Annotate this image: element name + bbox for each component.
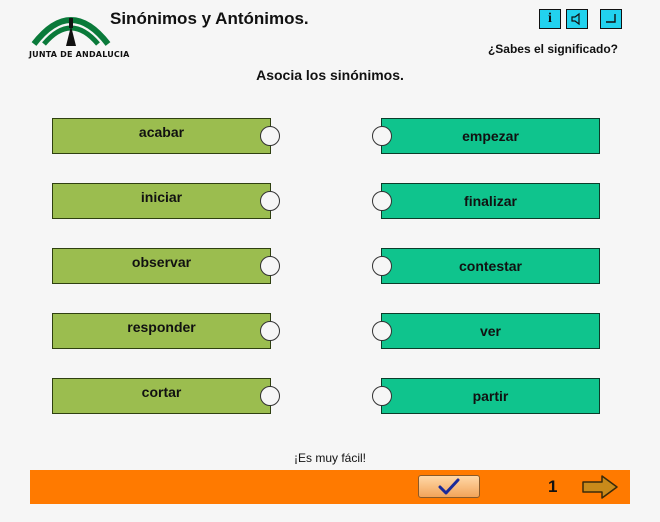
left-tile-1[interactable]: acabar <box>52 118 280 154</box>
right-tile-5[interactable]: partir <box>372 378 600 414</box>
connector-notch <box>372 126 392 146</box>
tile-label: observar <box>131 254 192 270</box>
speaker-icon <box>571 12 580 26</box>
check-button[interactable] <box>418 475 480 498</box>
connector-notch <box>260 191 280 211</box>
right-tile-3[interactable]: contestar <box>372 248 600 284</box>
page-title: Sinónimos y Antónimos. <box>110 9 309 28</box>
connector-notch <box>372 191 392 211</box>
connector-notch <box>372 256 392 276</box>
connector-notch <box>260 386 280 406</box>
tile-label: acabar <box>138 124 185 140</box>
exit-icon <box>606 14 616 23</box>
connector-notch <box>372 321 392 341</box>
tile-label: contestar <box>458 258 523 274</box>
info-button[interactable]: i <box>539 9 561 29</box>
bottom-bar: 1 <box>30 470 630 504</box>
arrow-right-icon[interactable] <box>580 474 620 500</box>
tile-label: ver <box>479 323 502 339</box>
logo-text: JUNTA DE ANDALUCIA <box>29 50 130 59</box>
connector-notch <box>260 126 280 146</box>
tile-label: cortar <box>141 384 182 400</box>
left-tile-2[interactable]: iniciar <box>52 183 280 219</box>
instruction: Asocia los sinónimos. <box>256 67 404 83</box>
page-number: 1 <box>548 477 558 496</box>
connector-notch <box>372 386 392 406</box>
subtitle: ¿Sabes el significado? <box>487 42 618 56</box>
left-tile-4[interactable]: responder <box>52 313 280 349</box>
sound-button[interactable] <box>566 9 588 29</box>
tile-label: iniciar <box>140 189 183 205</box>
right-tile-1[interactable]: empezar <box>372 118 600 154</box>
left-tile-5[interactable]: cortar <box>52 378 280 414</box>
left-tile-3[interactable]: observar <box>52 248 280 284</box>
connector-notch <box>260 256 280 276</box>
checkmark-icon <box>438 478 460 494</box>
tile-label: partir <box>472 388 509 404</box>
tile-label: responder <box>127 319 196 335</box>
connector-notch <box>260 321 280 341</box>
exit-button[interactable] <box>600 9 622 29</box>
info-icon: i <box>548 11 552 26</box>
right-tile-2[interactable]: finalizar <box>372 183 600 219</box>
hint-text: ¡Es muy fácil! <box>293 451 366 465</box>
right-tile-4[interactable]: ver <box>372 313 600 349</box>
tile-label: finalizar <box>464 193 517 209</box>
tile-label: empezar <box>462 128 519 144</box>
